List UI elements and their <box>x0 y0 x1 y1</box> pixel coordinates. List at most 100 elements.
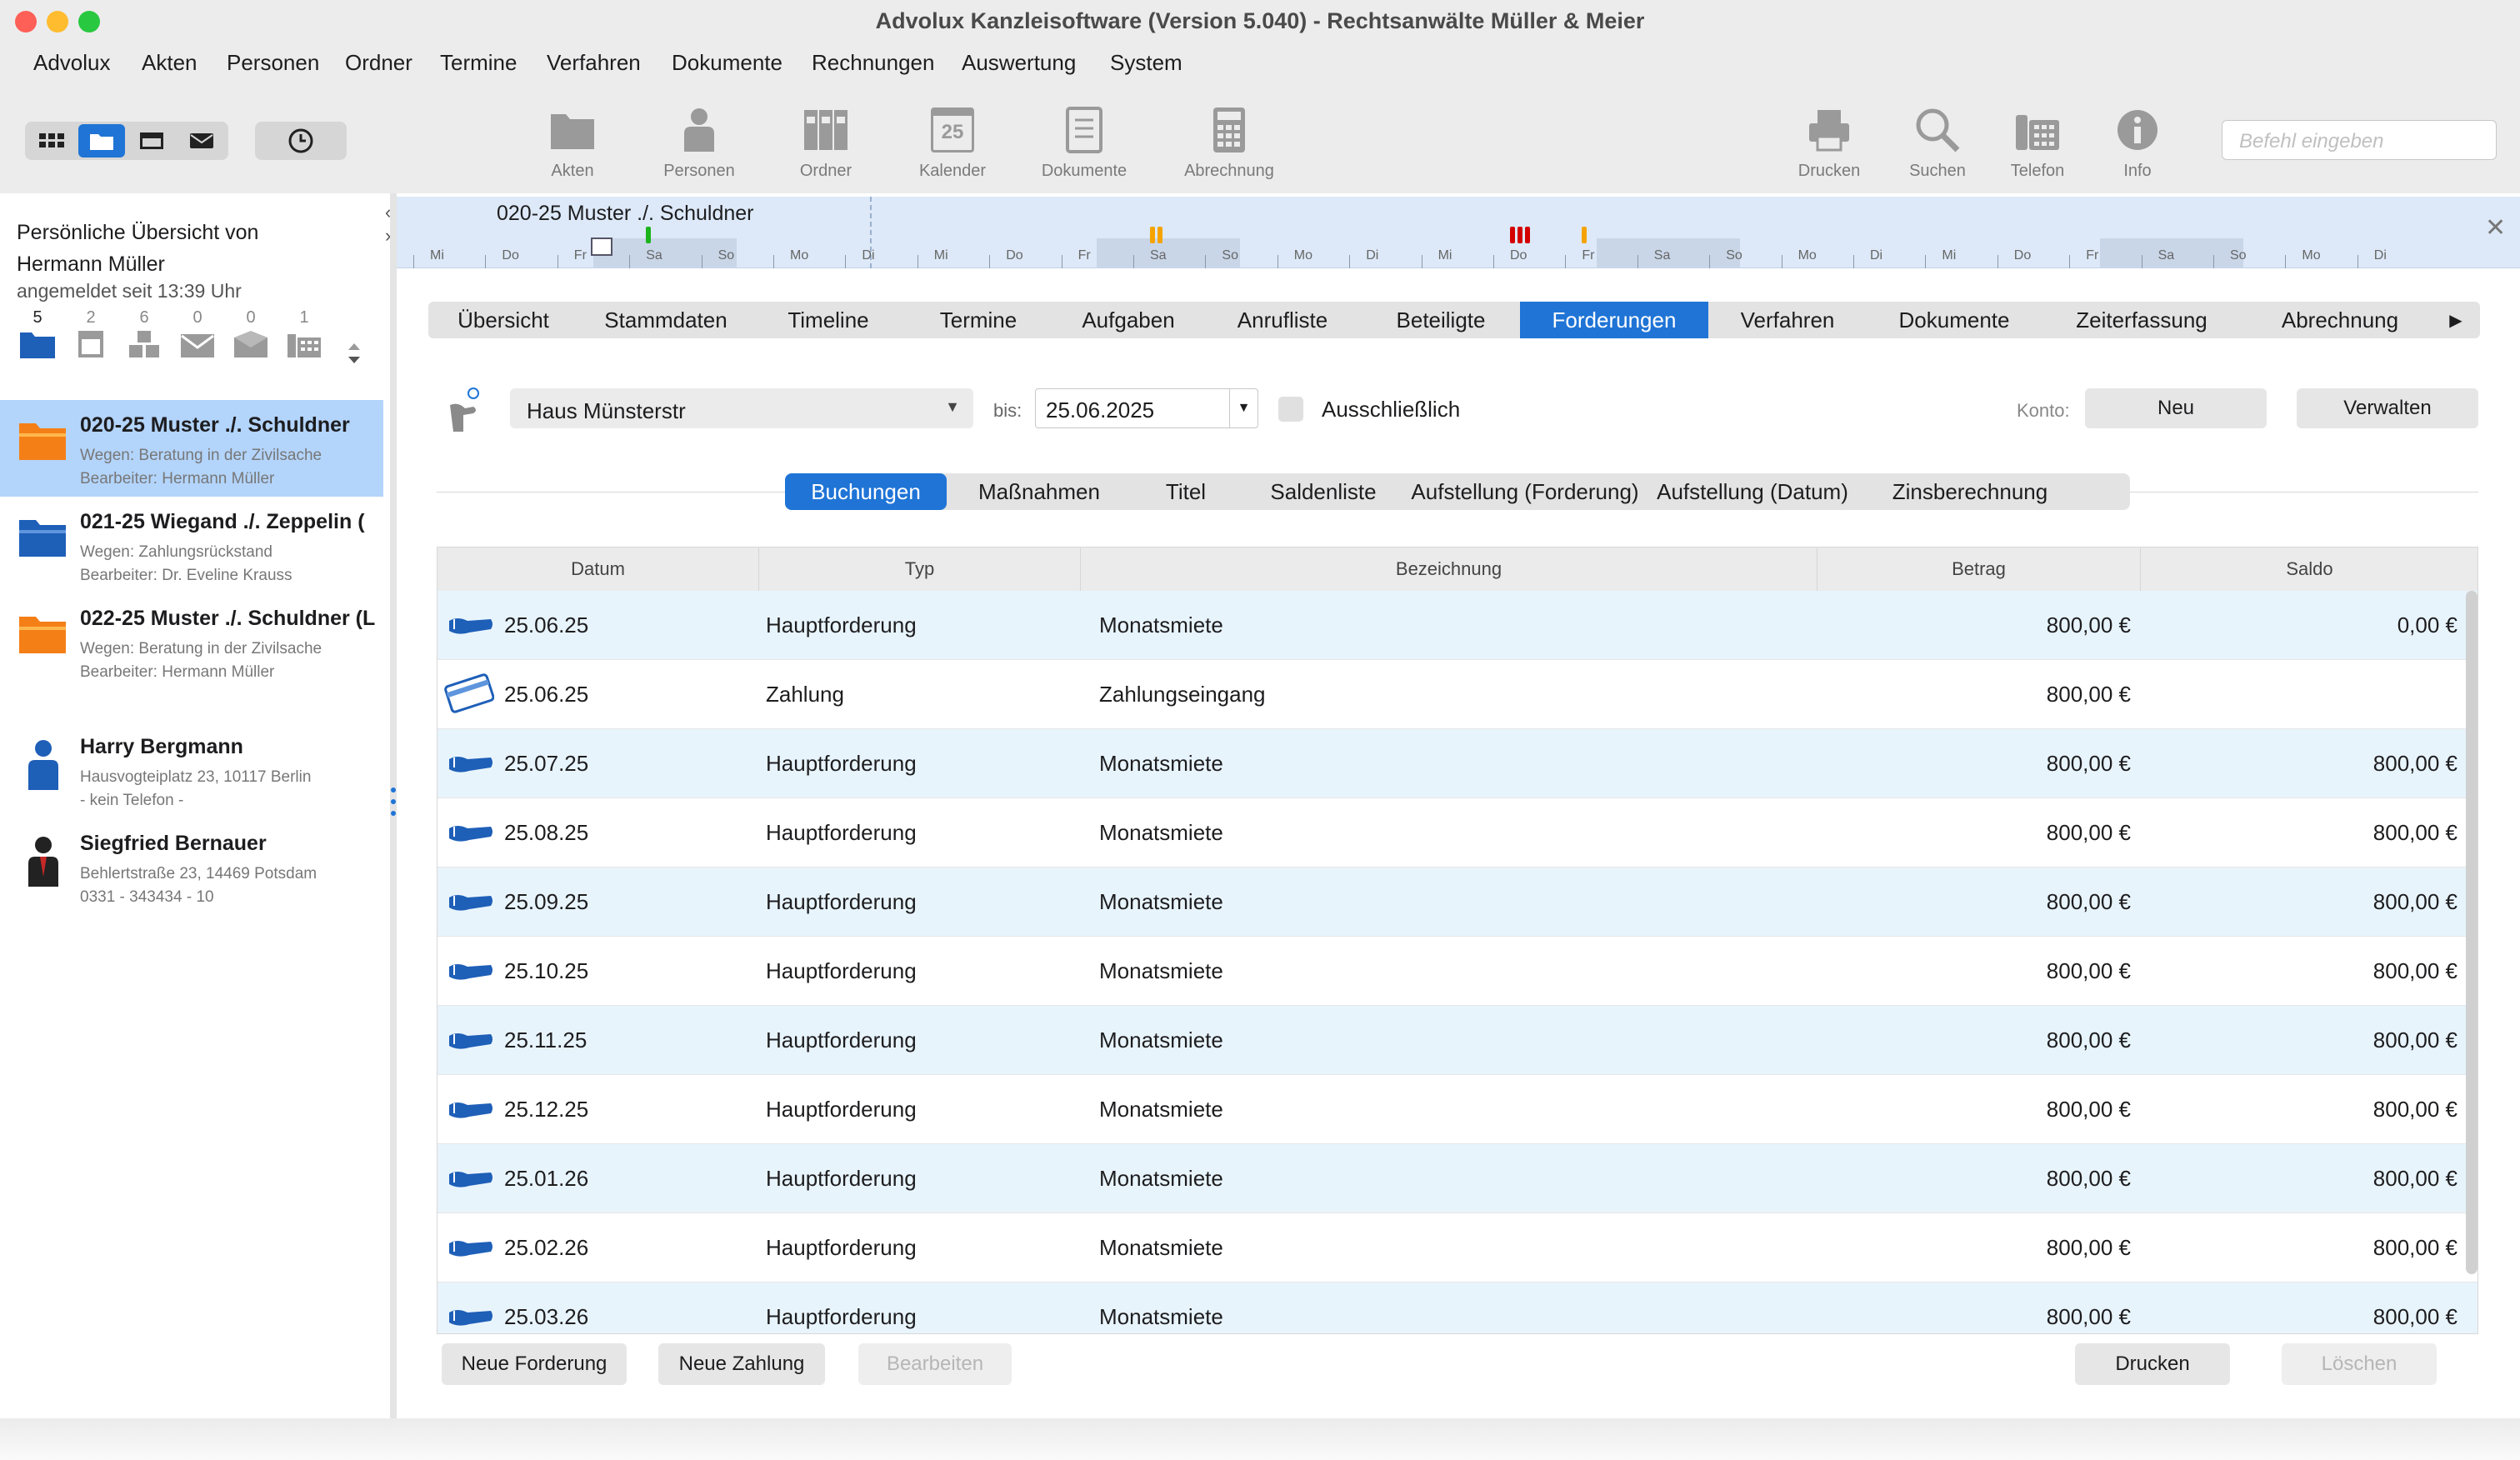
tabs-scroll-right-icon[interactable]: ▶ <box>2443 302 2468 338</box>
menu-auswertung[interactable]: Auswertung <box>962 50 1076 76</box>
date-dropdown-icon[interactable]: ▼ <box>1229 389 1258 428</box>
tab-übersicht[interactable]: Übersicht <box>428 302 578 338</box>
column-datum[interactable]: Datum <box>438 548 759 591</box>
column-saldo[interactable]: Saldo <box>2141 548 2478 591</box>
tab-dokumente[interactable]: Dokumente <box>1867 302 2042 338</box>
cell-typ: Hauptforderung <box>766 958 917 983</box>
table-row[interactable]: 25.06.25 Hauptforderung Monatsmiete 800,00 … <box>438 591 2478 660</box>
subtab-maßnahmen[interactable]: Maßnahmen <box>947 473 1132 510</box>
toolbar-kalender[interactable]: 25 Kalender <box>890 103 1015 181</box>
menu-ordner[interactable]: Ordner <box>345 50 412 76</box>
timeline-event-marker[interactable] <box>646 227 652 243</box>
person-icon <box>28 740 58 790</box>
tab-zeiterfassung[interactable]: Zeiterfassung <box>2042 302 2242 338</box>
edit-button[interactable]: Bearbeiten <box>858 1343 1012 1385</box>
counter-appointments[interactable]: 2 <box>70 308 112 362</box>
menu-dokumente[interactable]: Dokumente <box>672 50 782 76</box>
counter-files[interactable]: 5 <box>17 308 58 362</box>
exclusive-checkbox[interactable] <box>1278 397 1303 422</box>
subtab-saldenliste[interactable]: Saldenliste <box>1240 473 1407 510</box>
counter-fax[interactable]: 1 <box>283 308 325 362</box>
table-row[interactable]: 25.06.25 Zahlung Zahlungseingang 800,00 € <box>438 660 2478 729</box>
toolbar-personen[interactable]: Personen <box>637 103 762 181</box>
new-payment-button[interactable]: Neue Zahlung <box>658 1343 825 1385</box>
toolbar-ordner[interactable]: Ordner <box>763 103 888 181</box>
menu-akten[interactable]: Akten <box>142 50 198 76</box>
toolbar-abrechnung[interactable]: Abrechnung <box>1167 103 1292 181</box>
subtab-aufstellung-datum[interactable]: Aufstellung (Datum) <box>1643 473 1862 510</box>
tab-verfahren[interactable]: Verfahren <box>1708 302 1867 338</box>
tab-anrufliste[interactable]: Anrufliste <box>1203 302 1362 338</box>
menu-advolux[interactable]: Advolux <box>33 50 111 76</box>
tab-stammdaten[interactable]: Stammdaten <box>578 302 753 338</box>
calendar-view-icon[interactable] <box>128 124 175 158</box>
tab-abrechnung[interactable]: Abrechnung <box>2242 302 2438 338</box>
column-typ[interactable]: Typ <box>759 548 1081 591</box>
mail-view-icon[interactable] <box>178 124 225 158</box>
tab-aufgaben[interactable]: Aufgaben <box>1053 302 1203 338</box>
file-item-021-25[interactable]: 021-25 Wiegand ./. Zeppelin ( Wegen: Zah… <box>0 497 383 593</box>
tab-termine[interactable]: Termine <box>903 302 1053 338</box>
date-input[interactable]: 25.06.2025 ▼ <box>1035 388 1258 428</box>
print-button[interactable]: Drucken <box>2075 1343 2230 1385</box>
clock-icon[interactable] <box>278 124 324 158</box>
timeline-event-marker[interactable] <box>1158 227 1162 243</box>
menu-verfahren[interactable]: Verfahren <box>547 50 641 76</box>
column-betrag[interactable]: Betrag <box>1818 548 2141 591</box>
folder-view-icon[interactable] <box>78 124 125 158</box>
toolbar-drucken[interactable]: Drucken <box>1767 103 1892 181</box>
menu-rechnungen[interactable]: Rechnungen <box>812 50 934 76</box>
tab-timeline[interactable]: Timeline <box>753 302 903 338</box>
new-account-button[interactable]: Neu <box>2085 388 2267 428</box>
grid-view-icon[interactable] <box>28 124 75 158</box>
tab-forderungen[interactable]: Forderungen <box>1520 302 1708 338</box>
menu-system[interactable]: System <box>1110 50 1182 76</box>
file-item-022-25[interactable]: 022-25 Muster ./. Schuldner (L Wegen: Be… <box>0 593 383 690</box>
counter-mail-open[interactable]: 0 <box>230 308 272 362</box>
person-item-bernauer[interactable]: Siegfried Bernauer Behlertstraße 23, 144… <box>0 818 383 915</box>
menu-personen[interactable]: Personen <box>227 50 319 76</box>
table-row[interactable]: 25.09.25 Hauptforderung Monatsmiete 800,00 … <box>438 868 2478 937</box>
timeline-event-marker[interactable] <box>1518 227 1522 243</box>
calculator-icon <box>1167 103 1292 157</box>
table-row[interactable]: 25.08.25 Hauptforderung Monatsmiete 800,00 … <box>438 798 2478 868</box>
subtab-titel[interactable]: Titel <box>1132 473 1240 510</box>
table-scrollbar[interactable] <box>2466 591 2478 1274</box>
new-claim-button[interactable]: Neue Forderung <box>442 1343 627 1385</box>
object-select[interactable]: Haus Münsterstr ▼ <box>510 388 973 428</box>
greeting-line-2: Hermann Müller <box>17 252 165 276</box>
toolbar-dokumente[interactable]: Dokumente <box>1022 103 1147 181</box>
command-input[interactable]: Befehl eingeben <box>2222 120 2497 160</box>
close-timeline-icon[interactable]: ✕ <box>2485 213 2506 242</box>
tab-beteiligte[interactable]: Beteiligte <box>1362 302 1520 338</box>
subtab-buchungen[interactable]: Buchungen <box>785 473 947 510</box>
exclusive-label: Ausschließlich <box>1322 397 1461 422</box>
column-bezeichnung[interactable]: Bezeichnung <box>1081 548 1818 591</box>
delete-button[interactable]: Löschen <box>2282 1343 2437 1385</box>
cell-betrag: 800,00 € <box>2046 1028 2131 1052</box>
subtab-aufstellung-forderung[interactable]: Aufstellung (Forderung) <box>1407 473 1643 510</box>
more-counters-icon[interactable] <box>345 340 363 374</box>
table-row[interactable]: 25.07.25 Hauptforderung Monatsmiete 800,00 … <box>438 729 2478 798</box>
timeline-event-marker[interactable] <box>1510 227 1515 243</box>
table-row[interactable]: 25.03.26 Hauptforderung Monatsmiete 800,00 … <box>438 1282 2478 1333</box>
counter-mail[interactable]: 0 <box>177 308 218 362</box>
subtab-zinsberechnung[interactable]: Zinsberechnung <box>1862 473 2078 510</box>
counter-tasks[interactable]: 6 <box>123 308 165 362</box>
timeline-event-marker[interactable] <box>1150 227 1155 243</box>
timeline-event-marker[interactable] <box>1582 227 1588 243</box>
person-item-bergmann[interactable]: Harry Bergmann Hausvogteiplatz 23, 10117… <box>0 722 383 818</box>
toolbar-info[interactable]: Info <box>2075 103 2200 181</box>
splitter[interactable] <box>390 193 397 1418</box>
table-row[interactable]: 25.02.26 Hauptforderung Monatsmiete 800,00 … <box>438 1213 2478 1282</box>
table-row[interactable]: 25.01.26 Hauptforderung Monatsmiete 800,00 … <box>438 1144 2478 1213</box>
manage-accounts-button[interactable]: Verwalten <box>2297 388 2478 428</box>
menu-termine[interactable]: Termine <box>440 50 517 76</box>
timeline-strip[interactable]: 020-25 Muster ./. Schuldner Mi Do Fr Sa So Mo… <box>397 197 2520 268</box>
timeline-event-marker[interactable] <box>1525 227 1530 243</box>
file-item-020-25[interactable]: 020-25 Muster ./. Schuldner Wegen: Berat… <box>0 400 383 497</box>
table-row[interactable]: 25.12.25 Hauptforderung Monatsmiete 800,00 … <box>438 1075 2478 1144</box>
toolbar-akten[interactable]: Akten <box>510 103 635 181</box>
table-row[interactable]: 25.10.25 Hauptforderung Monatsmiete 800,00 … <box>438 937 2478 1006</box>
table-row[interactable]: 25.11.25 Hauptforderung Monatsmiete 800,00 … <box>438 1006 2478 1075</box>
